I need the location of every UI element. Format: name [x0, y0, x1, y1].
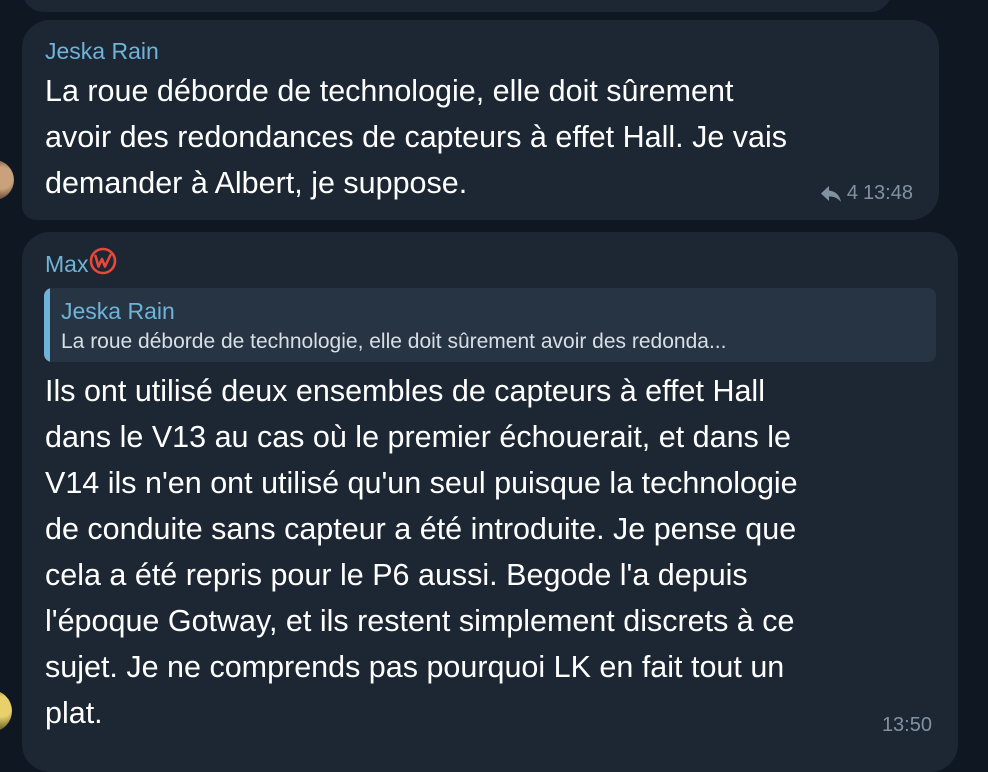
message-text: La roue déborde de technologie, elle doi… — [45, 74, 788, 200]
quote-sender: Jeska Rain — [61, 298, 175, 324]
previous-message-bubble[interactable] — [22, 0, 892, 12]
message-text: Ils ont utilisé deux ensembles de capteu… — [45, 374, 798, 730]
message-bubble[interactable]: Jeska Rain La roue déborde de technologi… — [22, 20, 939, 220]
avatar[interactable] — [0, 160, 14, 200]
sender-name[interactable]: Jeska Rain — [45, 38, 159, 65]
reply-count[interactable]: 4 — [847, 182, 858, 205]
sender-name[interactable]: Max — [45, 247, 117, 283]
message-meta: 13:50 — [882, 714, 932, 737]
message-meta: 4 13:48 — [820, 182, 913, 205]
quote-accent-bar — [44, 288, 50, 362]
sender-name-label[interactable]: Max — [45, 251, 88, 277]
w-brand-badge-icon — [89, 247, 117, 281]
quote-text: La roue déborde de technologie, elle doi… — [61, 330, 727, 353]
reply-quote[interactable]: Jeska Rain La roue déborde de technologi… — [44, 288, 936, 362]
message-bubble[interactable]: Max Jeska Rain La roue déborde de techno… — [22, 232, 958, 772]
reply-arrow-icon[interactable] — [820, 185, 842, 203]
message-time: 13:50 — [881, 714, 932, 736]
message-time: 13:48 — [862, 182, 913, 204]
avatar[interactable] — [0, 690, 12, 732]
